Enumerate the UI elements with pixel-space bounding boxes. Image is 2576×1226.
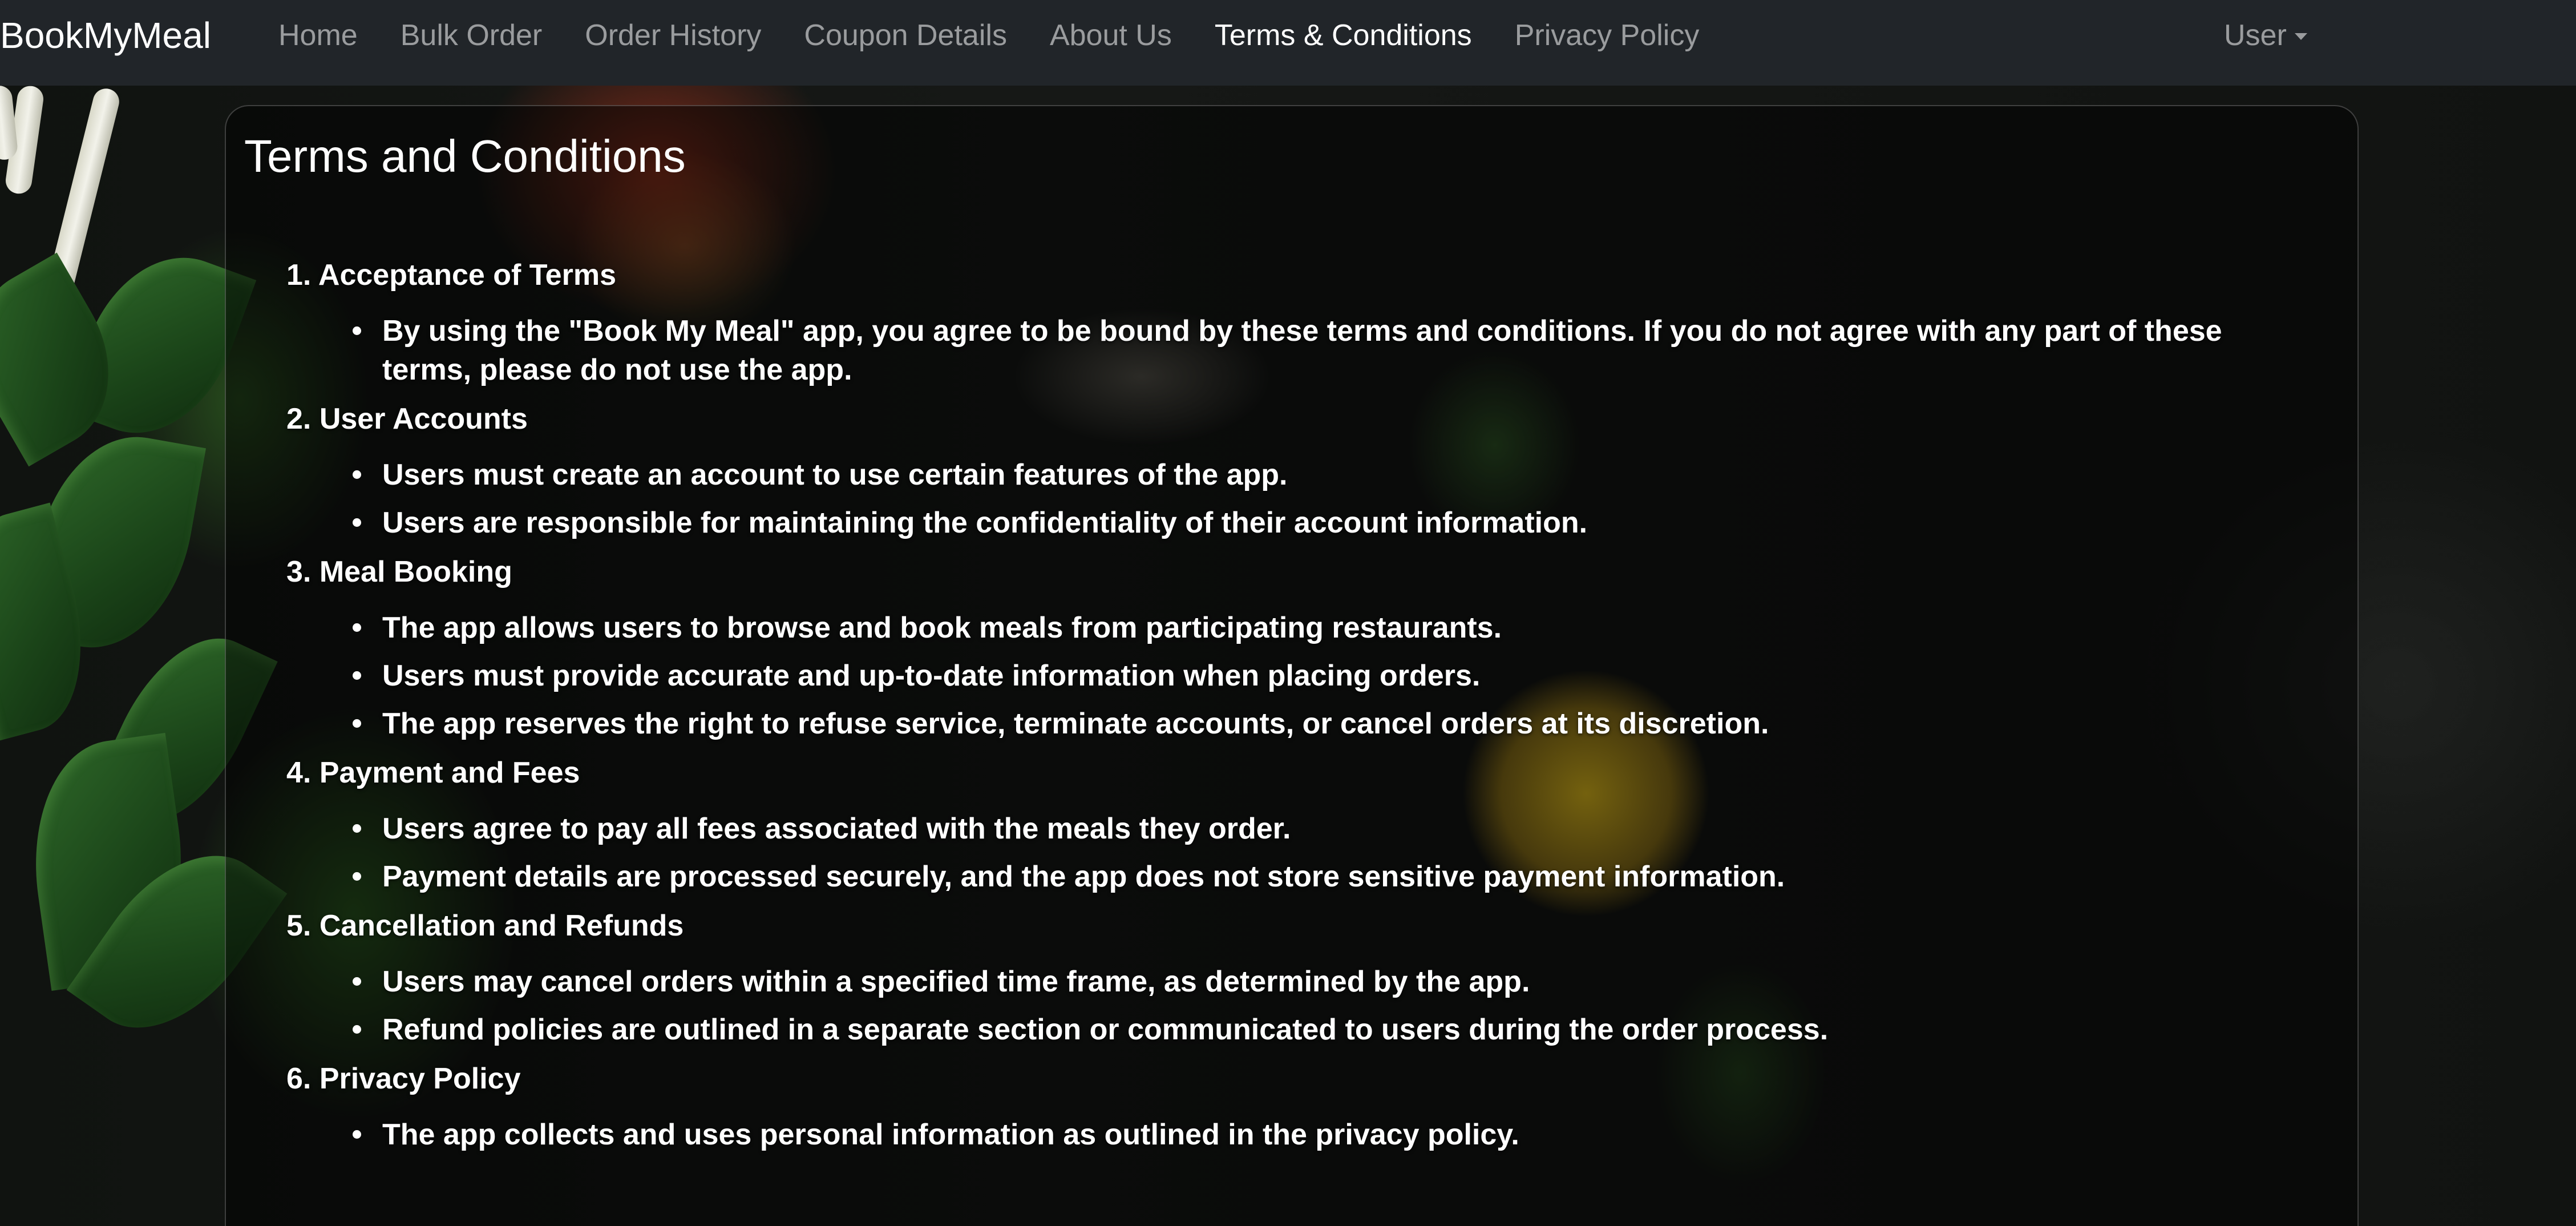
section-list: The app collects and uses personal infor… xyxy=(286,1115,2306,1154)
section-heading: 2. User Accounts xyxy=(286,402,528,435)
section-list: Users agree to pay all fees associated w… xyxy=(286,809,2306,896)
section-heading: 1. Acceptance of Terms xyxy=(286,259,616,292)
nav-link-about-us[interactable]: About Us xyxy=(1050,18,1172,53)
nav-link-order-history[interactable]: Order History xyxy=(585,18,761,53)
nav-link-terms-conditions[interactable]: Terms & Conditions xyxy=(1215,18,1472,53)
terms-content: 1. Acceptance of Terms By using the "Boo… xyxy=(286,256,2306,1164)
page-title: Terms and Conditions xyxy=(244,131,686,182)
section-heading: 5. Cancellation and Refunds xyxy=(286,909,684,942)
terms-card: Terms and Conditions 1. Acceptance of Te… xyxy=(225,105,2359,1226)
section-heading: 3. Meal Booking xyxy=(286,555,512,588)
list-item: Payment details are processed securely, … xyxy=(286,857,2306,896)
brand-logo-link[interactable]: BookMyMeal xyxy=(0,7,211,64)
list-item: Users must provide accurate and up-to-da… xyxy=(286,656,2306,695)
list-item: By using the "Book My Meal" app, you agr… xyxy=(286,312,2306,389)
list-item: Users may cancel orders within a specifi… xyxy=(286,962,2306,1001)
nav-link-privacy-policy[interactable]: Privacy Policy xyxy=(1515,18,1700,53)
section-list: Users must create an account to use cert… xyxy=(286,455,2306,542)
section-list: By using the "Book My Meal" app, you agr… xyxy=(286,312,2306,389)
top-navbar: BookMyMeal Home Bulk Order Order History… xyxy=(0,0,2576,86)
list-item: Users are responsible for maintaining th… xyxy=(286,503,2306,542)
section-heading: 4. Payment and Fees xyxy=(286,756,580,789)
nav-link-coupon-details[interactable]: Coupon Details xyxy=(804,18,1007,53)
section-list: Users may cancel orders within a specifi… xyxy=(286,962,2306,1049)
list-item: Refund policies are outlined in a separa… xyxy=(286,1010,2306,1049)
nav-link-bulk-order[interactable]: Bulk Order xyxy=(401,18,543,53)
list-item: The app reserves the right to refuse ser… xyxy=(286,704,2306,743)
list-item: The app collects and uses personal infor… xyxy=(286,1115,2306,1154)
nav-link-home[interactable]: Home xyxy=(278,18,358,53)
caret-down-icon xyxy=(2294,33,2307,40)
list-item: Users must create an account to use cert… xyxy=(286,455,2306,494)
list-item: The app allows users to browse and book … xyxy=(286,608,2306,647)
section-list: The app allows users to browse and book … xyxy=(286,608,2306,743)
user-menu-label: User xyxy=(2224,19,2287,52)
user-menu-dropdown[interactable]: User xyxy=(2224,7,2307,64)
list-item: Users agree to pay all fees associated w… xyxy=(286,809,2306,848)
section-heading: 6. Privacy Policy xyxy=(286,1062,521,1095)
nav-links: Home Bulk Order Order History Coupon Det… xyxy=(278,7,1742,64)
